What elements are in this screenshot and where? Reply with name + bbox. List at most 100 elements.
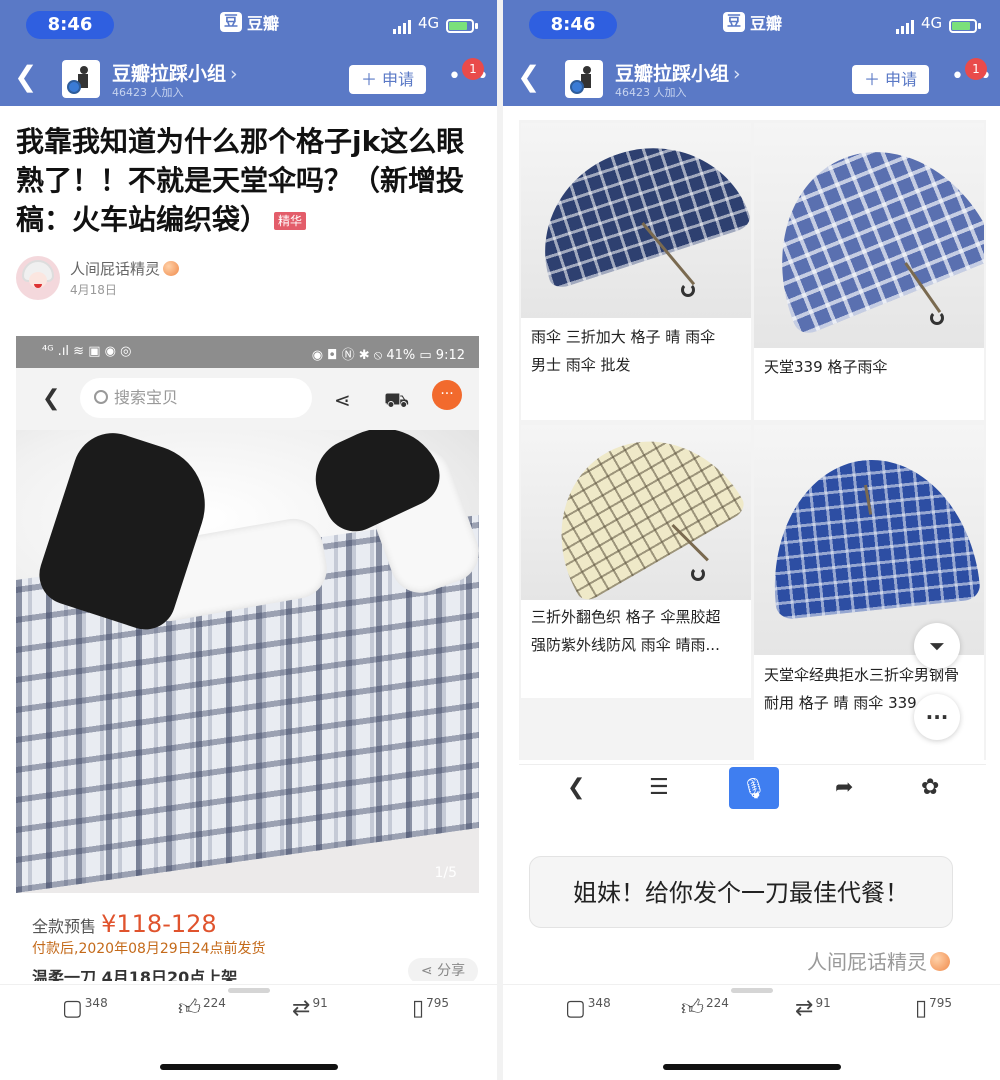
collect-icon: ▯ <box>412 996 425 1021</box>
network-type: 4G <box>418 14 440 32</box>
product-title: 天堂339 格子雨伞 <box>764 353 887 381</box>
notification-badge: 1 <box>462 58 484 80</box>
group-name: 豆瓣拉踩小组 <box>615 63 730 85</box>
notification-badge: 1 <box>965 58 987 80</box>
product-photo: 1/5 <box>16 430 479 893</box>
app-brand: 豆 豆瓣 <box>723 10 782 34</box>
product-title: 雨伞 三折加大 格子 晴 雨伞 男士 雨伞 批发 <box>531 323 715 379</box>
collect-icon: ▯ <box>915 996 928 1021</box>
filter-icon[interactable]: ⏷ <box>914 623 960 669</box>
price-value: ¥118-128 <box>101 910 217 938</box>
price-label: 全款预售 <box>32 917 97 936</box>
embedded-shop-screenshot[interactable]: ⁴ᴳ .ıl ≋ ▣ ◉ ◎ ◉ ◘ Ⓝ ✱ ⦸ 41% ▭ 9:12 ❮ 搜索… <box>16 336 479 981</box>
author-name[interactable]: 人间屁话精灵 <box>70 258 180 279</box>
post-date: 4月18日 <box>70 283 117 297</box>
reshare-icon: ⇄ <box>292 996 311 1021</box>
app-name: 豆瓣 <box>750 14 783 33</box>
home-indicator <box>663 1064 841 1070</box>
share-chip-label: 分享 <box>437 963 466 979</box>
product-grid: 雨伞 三折加大 格子 晴 雨伞 男士 雨伞 批发 天堂339 格子雨伞 三折外翻… <box>519 120 986 760</box>
collect-count: 795 <box>426 996 450 1010</box>
group-name: 豆瓣拉踩小组 <box>112 63 227 85</box>
collect-count: 795 <box>929 996 953 1010</box>
collect-action[interactable]: ▯ 795 <box>412 996 449 1022</box>
group-members: 46423 人加入 <box>112 86 184 99</box>
search-icon <box>94 390 108 404</box>
comment-icon: ▢ <box>62 996 83 1021</box>
product-card[interactable]: 雨伞 三折加大 格子 晴 雨伞 男士 雨伞 批发 <box>521 123 751 420</box>
network-type: 4G <box>921 14 943 32</box>
product-title-line1: 三折外翻色织 格子 伞黑胶超 <box>531 608 721 626</box>
group-avatar[interactable] <box>565 60 603 98</box>
product-image <box>521 425 751 600</box>
app-name: 豆瓣 <box>247 14 280 33</box>
product-title-line2: 强防紫外线防风 雨伞 晴雨... <box>531 636 720 654</box>
product-title-line2: 男士 雨伞 批发 <box>531 356 631 374</box>
product-title: 三折外翻色织 格子 伞黑胶超 强防紫外线防风 雨伞 晴雨... <box>531 603 721 659</box>
like-count: 224 <box>706 996 729 1010</box>
peach-emoji-icon <box>163 261 180 276</box>
apply-button[interactable]: ＋ 申请 <box>349 65 426 94</box>
product-card[interactable]: 三折外翻色织 格子 伞黑胶超 强防紫外线防风 雨伞 晴雨... <box>521 425 751 698</box>
group-members: 46423 人加入 <box>615 86 687 99</box>
like-action[interactable]: 👍︎ 224 <box>681 996 729 1022</box>
product-card[interactable]: 天堂339 格子雨伞 <box>754 123 984 420</box>
paw-icon[interactable]: ✿ <box>921 775 939 800</box>
cart-icon: ⛟ <box>384 388 410 412</box>
home-indicator <box>160 1064 338 1070</box>
back-icon[interactable]: ❮ <box>14 63 37 91</box>
author-avatar[interactable] <box>16 256 60 300</box>
comment-action[interactable]: ▢ 348 <box>62 996 108 1022</box>
reshare-action[interactable]: ⇄ 91 <box>795 996 831 1022</box>
menu-icon[interactable]: ☰ <box>649 775 669 800</box>
browser-toolbar: ❮ ☰ 🎙︎ ➦ ✿ <box>519 764 986 812</box>
like-action[interactable]: 👍︎ 224 <box>178 996 226 1022</box>
status-time: 8:46 <box>529 11 617 39</box>
sheet-handle <box>228 988 270 993</box>
sheet-handle <box>731 988 773 993</box>
reply-author[interactable]: 人间屁话精灵 <box>807 946 950 975</box>
top-header: 8:46 豆 豆瓣 4G ❮ 豆瓣拉踩小组› 46423 人加入 ＋ 申请 ••… <box>0 0 497 106</box>
reply-bubble: 姐妹！给你发个一刀最佳代餐！ <box>529 856 953 928</box>
share-chip: ⋖ 分享 <box>408 958 478 981</box>
group-name-link[interactable]: 豆瓣拉踩小组 › <box>615 59 741 86</box>
group-avatar[interactable] <box>62 60 100 98</box>
comment-count: 348 <box>587 996 611 1010</box>
comment-action[interactable]: ▢ 348 <box>565 996 611 1022</box>
like-count: 224 <box>203 996 226 1010</box>
reshare-count: 91 <box>815 996 831 1010</box>
reshare-icon: ⇄ <box>795 996 814 1021</box>
back-icon[interactable]: ❮ <box>517 63 540 91</box>
shop-search-box: 搜索宝贝 <box>80 378 312 418</box>
group-name-link[interactable]: 豆瓣拉踩小组 › <box>112 59 238 86</box>
image-counter: 1/5 <box>434 865 457 881</box>
battery-icon <box>949 19 981 33</box>
mic-icon[interactable]: 🎙︎ <box>729 767 779 809</box>
forward-icon[interactable]: ➦ <box>835 775 853 800</box>
post-title-text: 我靠我知道为什么那个格子jk这么眼熟了！！不就是天堂伞吗？（新增投稿：火车站编织… <box>16 125 465 236</box>
shop-search-placeholder: 搜索宝贝 <box>114 388 179 407</box>
apply-button[interactable]: ＋ 申请 <box>852 65 929 94</box>
status-time: 8:46 <box>26 11 114 39</box>
share-icon: ⋖ <box>334 388 351 412</box>
post-title: 我靠我知道为什么那个格子jk这么眼熟了！！不就是天堂伞吗？（新增投稿：火车站编织… <box>16 122 482 239</box>
signal-icon <box>896 18 914 34</box>
browser-back-icon[interactable]: ❮ <box>567 775 585 800</box>
douban-logo-icon: 豆 <box>723 12 745 32</box>
launch-info: 温柔一刀 4月18日20点上架 <box>32 968 238 981</box>
more-options-icon[interactable]: ··· <box>914 694 960 740</box>
product-title-line1: 天堂339 格子雨伞 <box>764 358 888 376</box>
reshare-action[interactable]: ⇄ 91 <box>292 996 328 1022</box>
shop-more-icon: ··· <box>432 380 462 410</box>
essence-badge: 精华 <box>274 212 307 230</box>
author-name-text: 人间屁话精灵 <box>70 260 161 278</box>
collect-action[interactable]: ▯ 795 <box>915 996 952 1022</box>
douban-logo-icon: 豆 <box>220 12 242 32</box>
product-title-line1: 雨伞 三折加大 格子 晴 雨伞 <box>531 328 716 346</box>
like-icon: 👍︎ <box>681 996 704 1021</box>
signal-icon <box>393 18 411 34</box>
left-screenshot: 8:46 豆 豆瓣 4G ❮ 豆瓣拉踩小组› 46423 人加入 ＋ 申请 ••… <box>0 0 497 1080</box>
reply-author-text: 人间屁话精灵 <box>807 950 927 974</box>
battery-icon <box>446 19 478 33</box>
top-header: 8:46 豆 豆瓣 4G ❮ 豆瓣拉踩小组› 46423 人加入 ＋ 申请 ••… <box>503 0 1000 106</box>
